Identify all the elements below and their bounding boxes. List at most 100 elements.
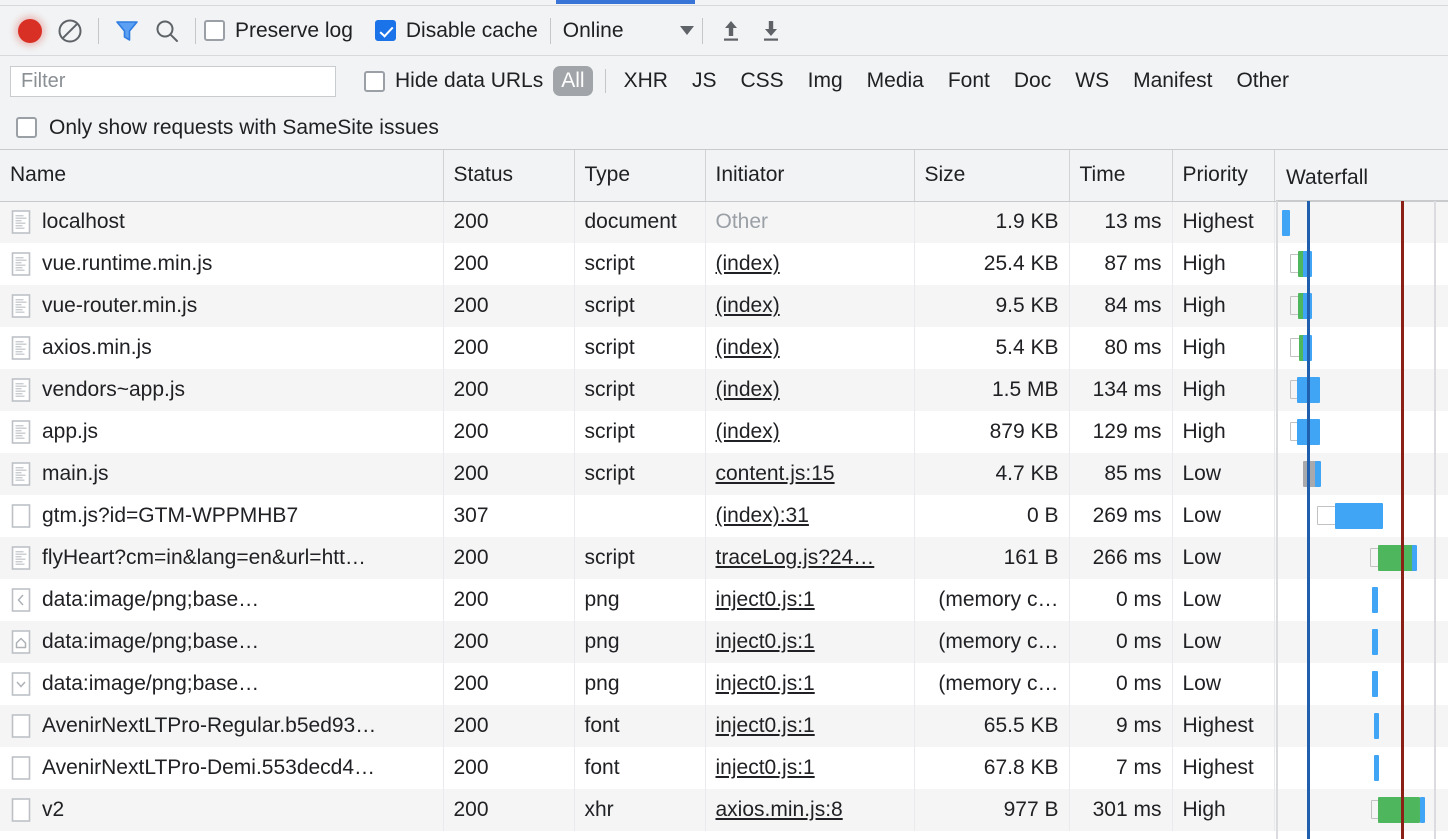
initiator-link[interactable]: inject0.js:1: [716, 630, 815, 653]
column-header-priority[interactable]: Priority: [1172, 150, 1275, 202]
initiator-link[interactable]: traceLog.js?24…: [716, 546, 875, 569]
initiator-link[interactable]: (index): [716, 420, 780, 443]
cell-initiator[interactable]: inject0.js:1: [705, 579, 915, 621]
disable-cache-box[interactable]: [374, 20, 396, 41]
table-row[interactable]: data:image/png;base… 200 png inject0.js:1 (m…: [0, 663, 1448, 705]
type-filter-manifest[interactable]: Manifest: [1123, 67, 1222, 95]
initiator-link[interactable]: (index):31: [716, 504, 809, 527]
type-filter-ws[interactable]: WS: [1065, 67, 1119, 95]
initiator-link[interactable]: inject0.js:1: [716, 714, 815, 737]
initiator-link[interactable]: axios.min.js:8: [716, 798, 843, 821]
type-filter-doc[interactable]: Doc: [1004, 67, 1061, 95]
clear-button[interactable]: [50, 11, 90, 51]
table-row[interactable]: axios.min.js 200 script (index) 5.4 KB 80 ms H…: [0, 327, 1448, 369]
initiator-link[interactable]: (index): [716, 252, 780, 275]
table-row[interactable]: vendors~app.js 200 script (index) 1.5 MB 134 …: [0, 369, 1448, 411]
initiator-link[interactable]: content.js:15: [716, 462, 835, 485]
cell-initiator[interactable]: (index):31: [705, 495, 915, 537]
cell-initiator[interactable]: content.js:15: [705, 453, 915, 495]
cell-initiator[interactable]: (index): [705, 411, 915, 453]
table-row[interactable]: app.js 200 script (index) 879 KB 129 ms High: [0, 411, 1448, 453]
cell-initiator[interactable]: (index): [705, 243, 915, 285]
import-har-button[interactable]: [711, 11, 751, 51]
cell-name[interactable]: AvenirNextLTPro-Regular.b5ed93…: [0, 705, 444, 747]
cell-name[interactable]: gtm.js?id=GTM-WPPMHB7: [0, 495, 444, 537]
search-input[interactable]: [19, 68, 327, 94]
cell-name[interactable]: vue-router.min.js: [0, 285, 444, 327]
filter-toggle-button[interactable]: [107, 11, 147, 51]
cell-name[interactable]: axios.min.js: [0, 327, 444, 369]
preserve-log-box[interactable]: [204, 20, 225, 41]
initiator-link[interactable]: inject0.js:1: [716, 756, 815, 779]
cell-name[interactable]: AvenirNextLTPro-Demi.553decd4…: [0, 747, 444, 789]
cell-initiator[interactable]: (index): [705, 285, 915, 327]
cell-initiator[interactable]: inject0.js:1: [705, 705, 915, 747]
cell-name[interactable]: data:image/png;base…: [0, 663, 444, 705]
initiator-link[interactable]: (index): [716, 294, 780, 317]
cell-name[interactable]: vue.runtime.min.js: [0, 243, 444, 285]
cell-name[interactable]: localhost: [0, 201, 444, 243]
script-file-icon: [11, 462, 31, 486]
export-har-button[interactable]: [751, 11, 791, 51]
type-filter-other[interactable]: Other: [1226, 67, 1299, 95]
column-header-size[interactable]: Size: [914, 150, 1070, 202]
table-row[interactable]: AvenirNextLTPro-Regular.b5ed93… 200 font in…: [0, 705, 1448, 747]
request-name-text: data:image/png;base…: [42, 588, 260, 611]
cell-time: 129 ms: [1069, 411, 1173, 453]
cell-name[interactable]: main.js: [0, 453, 444, 495]
cell-initiator[interactable]: inject0.js:1: [705, 621, 915, 663]
samesite-filter-row[interactable]: Only show requests with SameSite issues: [0, 106, 1448, 150]
type-filter-img[interactable]: Img: [798, 67, 853, 95]
cell-name[interactable]: v2: [0, 789, 444, 831]
throttling-dropdown[interactable]: Online: [563, 19, 694, 43]
table-row[interactable]: AvenirNextLTPro-Demi.553decd4… 200 font inj…: [0, 747, 1448, 789]
table-row[interactable]: data:image/png;base… 200 png inject0.js:1 (m…: [0, 621, 1448, 663]
column-header-time[interactable]: Time: [1069, 150, 1173, 202]
hide-data-urls-box[interactable]: [364, 70, 385, 92]
cell-name[interactable]: app.js: [0, 411, 444, 453]
table-row[interactable]: data:image/png;base… 200 png inject0.js:1 (m…: [0, 579, 1448, 621]
cell-initiator[interactable]: inject0.js:1: [705, 663, 915, 705]
cell-initiator[interactable]: Other: [705, 201, 915, 243]
initiator-link[interactable]: (index): [716, 378, 780, 401]
column-header-name[interactable]: Name: [0, 150, 444, 202]
filter-input-wrapper[interactable]: [10, 65, 336, 97]
table-row[interactable]: localhost 200 document Other 1.9 KB 13 ms High…: [0, 201, 1448, 243]
cell-name[interactable]: flyHeart?cm=in&lang=en&url=htt…: [0, 537, 444, 579]
cell-priority: High: [1172, 369, 1275, 411]
cell-initiator[interactable]: axios.min.js:8: [705, 789, 915, 831]
table-row[interactable]: vue.runtime.min.js 200 script (index) 25.4 K…: [0, 243, 1448, 285]
search-button[interactable]: [147, 11, 187, 51]
samesite-checkbox[interactable]: [16, 117, 37, 138]
record-button[interactable]: [10, 11, 50, 51]
request-name-text: AvenirNextLTPro-Regular.b5ed93…: [42, 714, 377, 737]
table-row[interactable]: flyHeart?cm=in&lang=en&url=htt… 200 script…: [0, 537, 1448, 579]
type-filter-js[interactable]: JS: [682, 67, 727, 95]
cell-name[interactable]: data:image/png;base…: [0, 621, 444, 663]
cell-initiator[interactable]: (index): [705, 369, 915, 411]
table-row[interactable]: vue-router.min.js 200 script (index) 9.5 KB 8…: [0, 285, 1448, 327]
cell-name[interactable]: vendors~app.js: [0, 369, 444, 411]
disable-cache-checkbox[interactable]: Disable cache: [374, 19, 538, 43]
cell-initiator[interactable]: (index): [705, 327, 915, 369]
cell-name[interactable]: data:image/png;base…: [0, 579, 444, 621]
table-row[interactable]: main.js 200 script content.js:15 4.7 KB 85 ms…: [0, 453, 1448, 495]
table-row[interactable]: gtm.js?id=GTM-WPPMHB7 307 (index):31 0 B 269…: [0, 495, 1448, 537]
hide-data-urls-checkbox[interactable]: Hide data URLs: [364, 69, 543, 93]
type-filter-font[interactable]: Font: [938, 67, 1000, 95]
table-row[interactable]: v2 200 xhr axios.min.js:8 977 B 301 ms High: [0, 789, 1448, 831]
initiator-link[interactable]: inject0.js:1: [716, 588, 815, 611]
type-filter-xhr[interactable]: XHR: [614, 67, 678, 95]
column-header-initiator[interactable]: Initiator: [705, 150, 915, 202]
type-filter-css[interactable]: CSS: [730, 67, 793, 95]
column-header-status[interactable]: Status: [443, 150, 575, 202]
preserve-log-checkbox[interactable]: Preserve log: [204, 19, 353, 43]
column-header-type[interactable]: Type: [574, 150, 706, 202]
toolbar-divider-1: [98, 17, 99, 44]
type-filter-media[interactable]: Media: [857, 67, 934, 95]
initiator-link[interactable]: (index): [716, 336, 780, 359]
initiator-link[interactable]: inject0.js:1: [716, 672, 815, 695]
cell-initiator[interactable]: traceLog.js?24…: [705, 537, 915, 579]
type-filter-all[interactable]: All: [553, 66, 593, 96]
cell-initiator[interactable]: inject0.js:1: [705, 747, 915, 789]
